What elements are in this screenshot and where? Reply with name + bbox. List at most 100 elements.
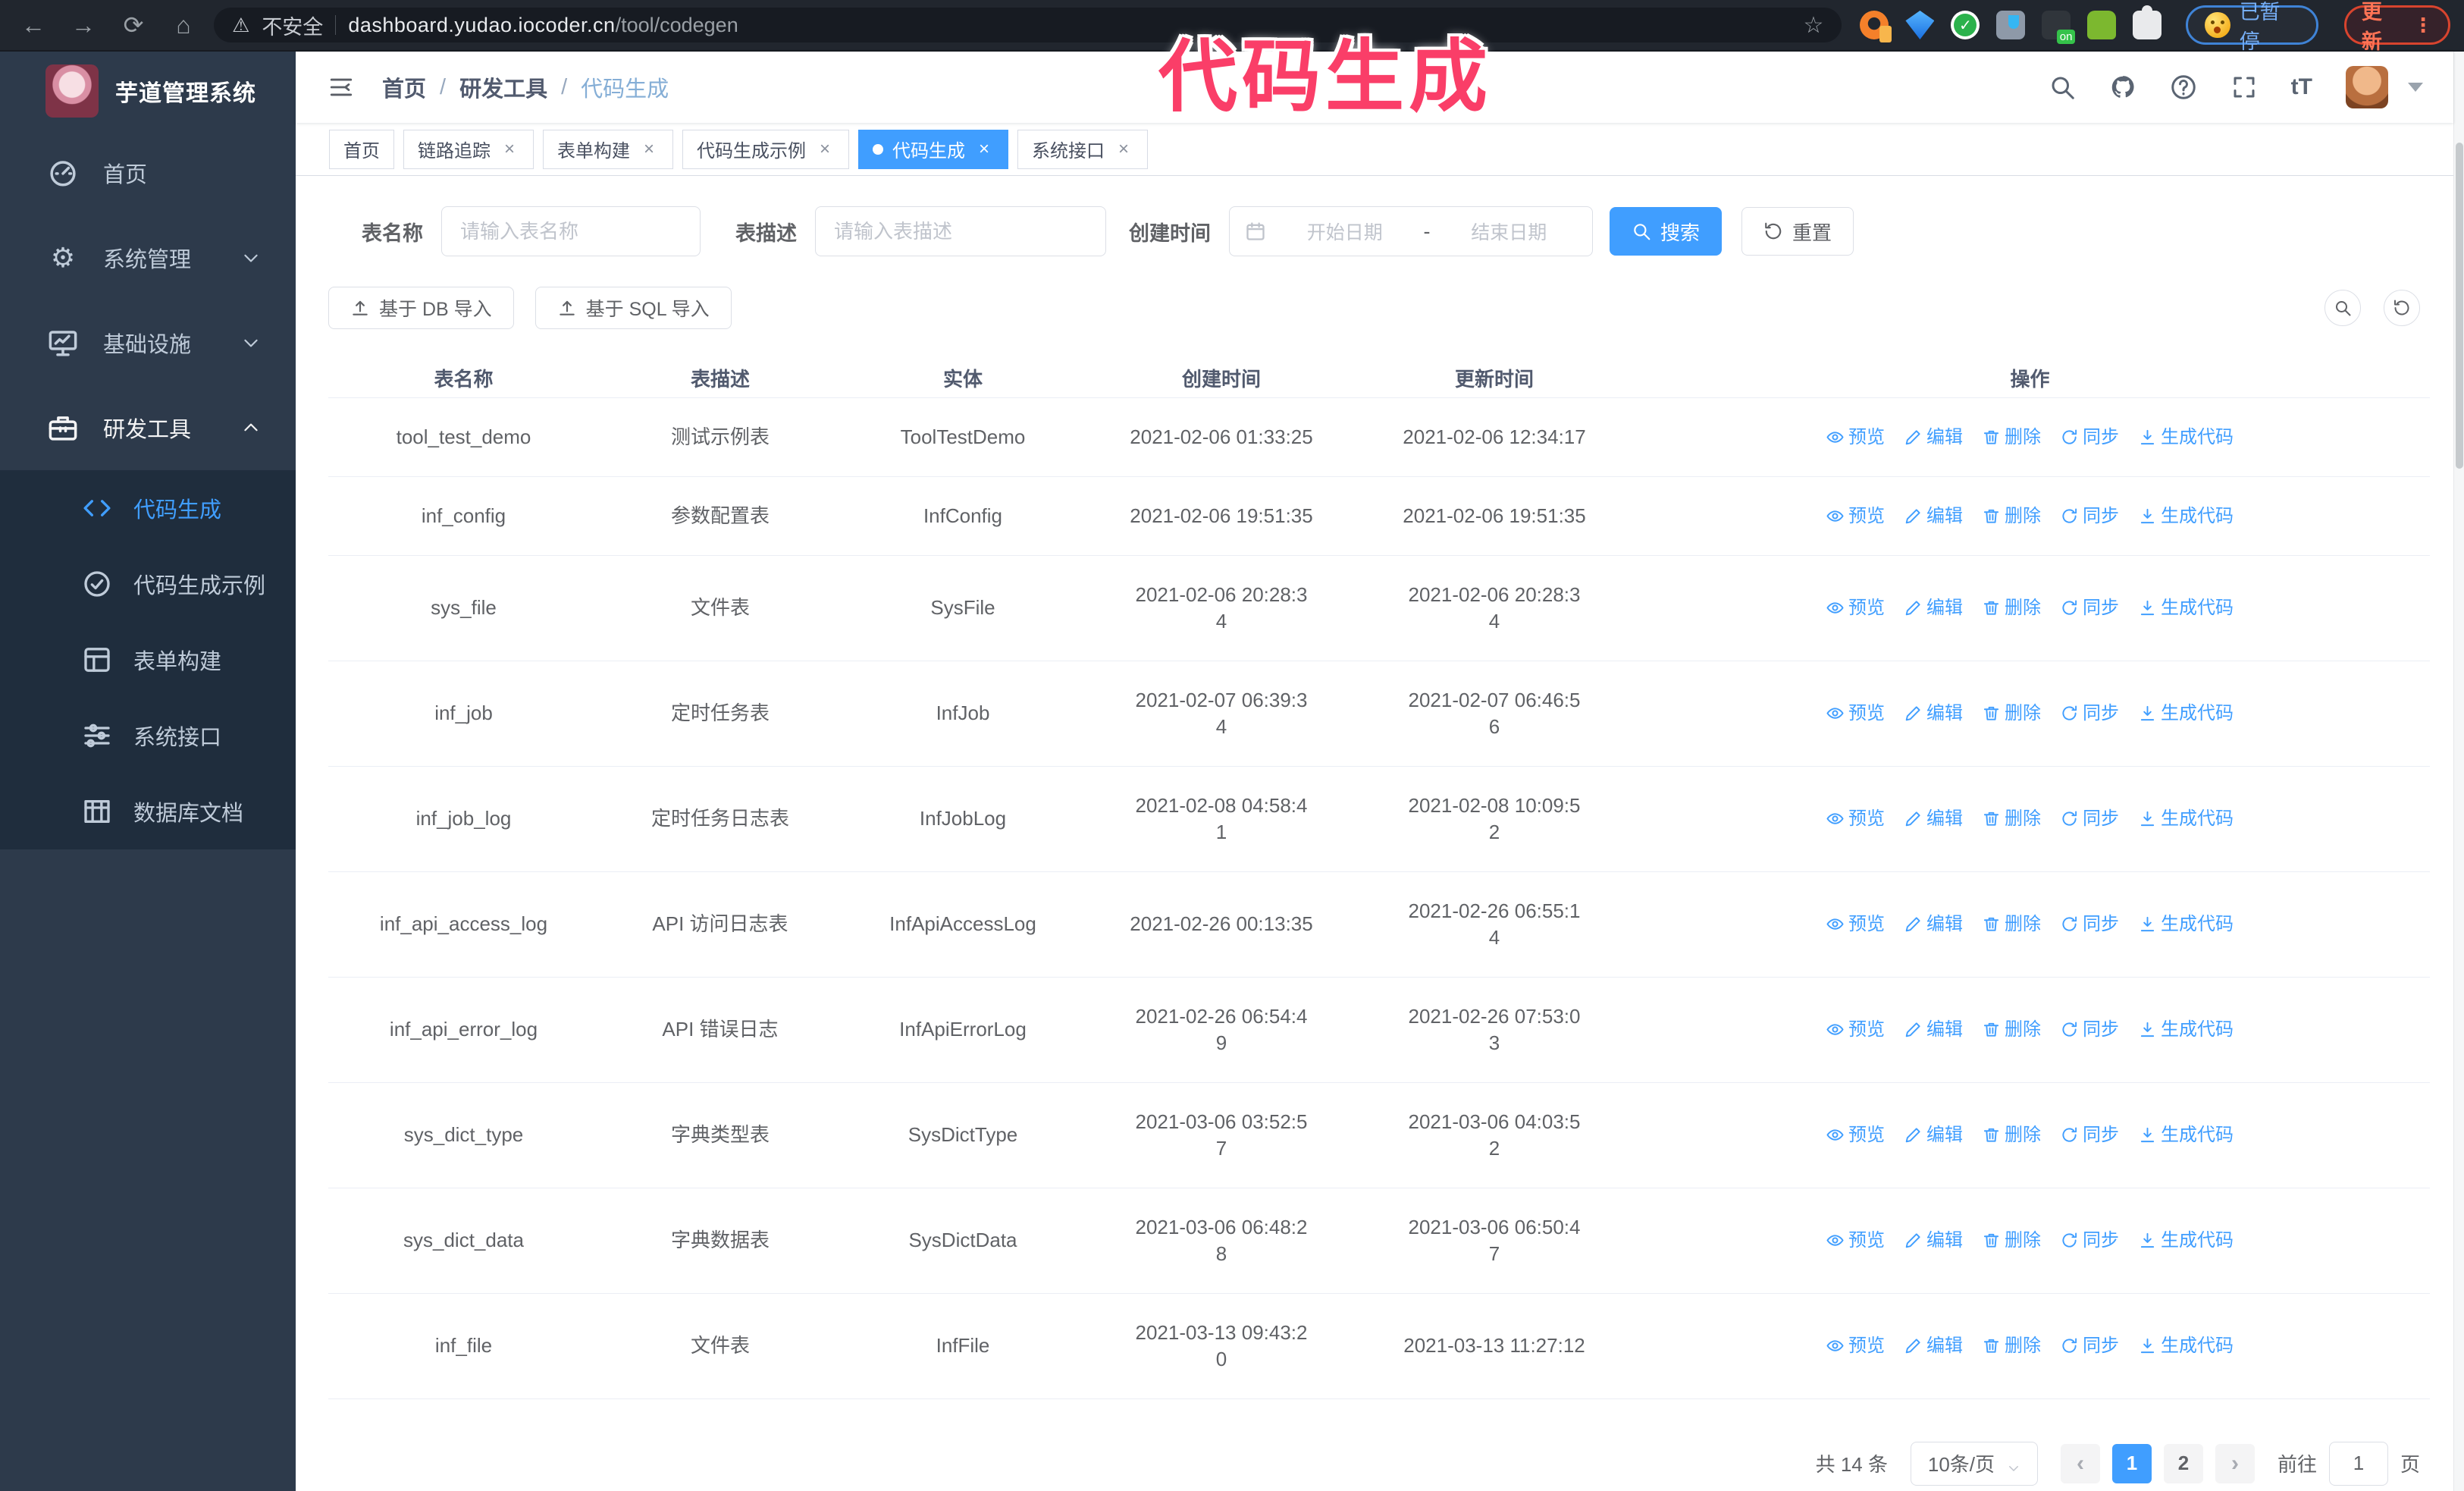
breadcrumb-home[interactable]: 首页 — [382, 71, 426, 103]
extensions-puzzle-icon[interactable] — [2133, 5, 2162, 39]
preview-action[interactable]: 预览 — [1826, 1016, 1885, 1043]
toggle-search-button[interactable] — [2324, 290, 2361, 326]
browser-forward-button[interactable]: → — [64, 5, 103, 45]
tab-tracing[interactable]: 链路追踪 × — [403, 129, 534, 169]
more-menu-icon[interactable]: ⋮ — [2413, 14, 2433, 37]
sidebar-item-codegen-example[interactable]: 代码生成示例 — [0, 546, 296, 622]
delete-action[interactable]: 删除 — [1983, 911, 2041, 937]
close-icon[interactable]: × — [500, 139, 519, 159]
tab-system-api[interactable]: 系统接口 × — [1017, 129, 1148, 169]
date-range-picker[interactable]: 开始日期 - 结束日期 — [1229, 206, 1593, 256]
sidebar-item-codegen[interactable]: 代码生成 — [0, 470, 296, 546]
extension-check-icon[interactable] — [1951, 11, 1980, 39]
sync-action[interactable]: 同步 — [2061, 1332, 2119, 1359]
table-desc-input[interactable] — [815, 206, 1106, 256]
preview-action[interactable]: 预览 — [1826, 1227, 1885, 1254]
page-size-select[interactable]: 10条/页 — [1910, 1441, 2038, 1486]
extension-on-badge-icon[interactable] — [2042, 11, 2076, 44]
delete-action[interactable]: 删除 — [1983, 595, 2041, 621]
sync-action[interactable]: 同步 — [2061, 1227, 2119, 1254]
browser-back-button[interactable]: ← — [14, 5, 53, 45]
extension-gem-icon[interactable] — [1905, 11, 1935, 39]
avatar-caret-icon[interactable] — [2408, 83, 2423, 92]
prev-page-button[interactable]: ‹ — [2060, 1443, 2100, 1483]
app-logo[interactable]: 芋道管理系统 — [0, 52, 296, 130]
date-end-placeholder[interactable]: 结束日期 — [1441, 218, 1578, 245]
delete-action[interactable]: 删除 — [1983, 1227, 2041, 1254]
sync-action[interactable]: 同步 — [2061, 1016, 2119, 1043]
preview-action[interactable]: 预览 — [1826, 911, 1885, 937]
extension-robot-icon[interactable] — [2087, 11, 2117, 39]
table-name-input[interactable] — [441, 206, 701, 256]
close-icon[interactable]: × — [974, 139, 994, 159]
sidebar-item-system-management[interactable]: ⚙ 系统管理 — [0, 215, 296, 300]
preview-action[interactable]: 预览 — [1826, 1332, 1885, 1359]
edit-action[interactable]: 编辑 — [1904, 1227, 1963, 1254]
goto-page-input[interactable] — [2328, 1441, 2388, 1486]
import-sql-button[interactable]: 基于 SQL 导入 — [534, 287, 732, 329]
sync-action[interactable]: 同步 — [2061, 424, 2119, 450]
extension-grid-icon[interactable] — [1996, 11, 2026, 39]
close-icon[interactable]: × — [1114, 139, 1133, 159]
delete-action[interactable]: 删除 — [1983, 503, 2041, 529]
preview-action[interactable]: 预览 — [1826, 700, 1885, 727]
generate-code-action[interactable]: 生成代码 — [2139, 1332, 2234, 1359]
generate-code-action[interactable]: 生成代码 — [2139, 595, 2234, 621]
close-icon[interactable]: × — [639, 139, 659, 159]
tab-home[interactable]: 首页 — [329, 129, 394, 169]
next-page-button[interactable]: › — [2215, 1443, 2255, 1483]
edit-action[interactable]: 编辑 — [1904, 503, 1963, 529]
fullscreen-icon[interactable] — [2230, 74, 2258, 101]
generate-code-action[interactable]: 生成代码 — [2139, 911, 2234, 937]
page-1-button[interactable]: 1 — [2111, 1443, 2152, 1483]
import-db-button[interactable]: 基于 DB 导入 — [328, 287, 514, 329]
preview-action[interactable]: 预览 — [1826, 805, 1885, 832]
preview-action[interactable]: 预览 — [1826, 503, 1885, 529]
sync-action[interactable]: 同步 — [2061, 911, 2119, 937]
bookmark-star-icon[interactable]: ☆ — [1804, 12, 1824, 39]
preview-action[interactable]: 预览 — [1826, 1122, 1885, 1148]
address-bar[interactable]: ⚠ 不安全 dashboard.yudao.iocoder.cn/tool/co… — [214, 8, 1842, 42]
sidebar-item-infrastructure[interactable]: 基础设施 — [0, 300, 296, 385]
edit-action[interactable]: 编辑 — [1904, 424, 1963, 450]
generate-code-action[interactable]: 生成代码 — [2139, 424, 2234, 450]
delete-action[interactable]: 删除 — [1983, 805, 2041, 832]
preview-action[interactable]: 预览 — [1826, 424, 1885, 450]
reset-button[interactable]: 重置 — [1741, 207, 1854, 256]
tab-codegen[interactable]: 代码生成 × — [858, 129, 1008, 169]
tab-codegen-example[interactable]: 代码生成示例 × — [682, 129, 849, 169]
preview-action[interactable]: 预览 — [1826, 595, 1885, 621]
generate-code-action[interactable]: 生成代码 — [2139, 805, 2234, 832]
hamburger-icon[interactable] — [326, 74, 356, 100]
edit-action[interactable]: 编辑 — [1904, 700, 1963, 727]
browser-home-button[interactable]: ⌂ — [164, 5, 203, 45]
tab-form-builder[interactable]: 表单构建 × — [543, 129, 673, 169]
sidebar-item-dev-tools[interactable]: 研发工具 — [0, 385, 296, 470]
generate-code-action[interactable]: 生成代码 — [2139, 1016, 2234, 1043]
sync-action[interactable]: 同步 — [2061, 1122, 2119, 1148]
edit-action[interactable]: 编辑 — [1904, 805, 1963, 832]
sync-action[interactable]: 同步 — [2061, 503, 2119, 529]
delete-action[interactable]: 删除 — [1983, 424, 2041, 450]
edit-action[interactable]: 编辑 — [1904, 1122, 1963, 1148]
scrollbar-thumb[interactable] — [2456, 143, 2463, 469]
sync-action[interactable]: 同步 — [2061, 700, 2119, 727]
sidebar-item-db-doc[interactable]: 数据库文档 — [0, 774, 296, 849]
sidebar-item-form-builder[interactable]: 表单构建 — [0, 622, 296, 698]
extension-orange-icon[interactable] — [1860, 11, 1892, 42]
generate-code-action[interactable]: 生成代码 — [2139, 503, 2234, 529]
refresh-table-button[interactable] — [2384, 290, 2420, 326]
sidebar-item-home[interactable]: 首页 — [0, 130, 296, 215]
delete-action[interactable]: 删除 — [1983, 1016, 2041, 1043]
browser-update-button[interactable]: 更新 ⋮ — [2343, 1, 2450, 53]
generate-code-action[interactable]: 生成代码 — [2139, 1227, 2234, 1254]
page-2-button[interactable]: 2 — [2163, 1443, 2203, 1483]
page-scrollbar[interactable] — [2453, 52, 2464, 1491]
sync-action[interactable]: 同步 — [2061, 595, 2119, 621]
user-avatar[interactable] — [2346, 66, 2388, 108]
github-icon[interactable] — [2109, 74, 2136, 101]
browser-reload-button[interactable]: ⟳ — [114, 5, 153, 45]
help-icon[interactable] — [2170, 74, 2197, 101]
search-button[interactable]: 搜索 — [1610, 207, 1723, 256]
sync-action[interactable]: 同步 — [2061, 805, 2119, 832]
